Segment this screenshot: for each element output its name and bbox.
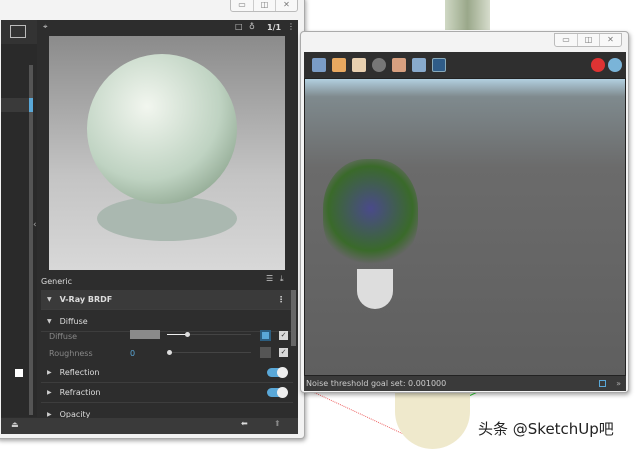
render-viewport: [304, 78, 626, 376]
roughness-checkbox[interactable]: ✓: [279, 348, 288, 357]
selected-item[interactable]: [1, 98, 29, 112]
section-label: Reflection: [59, 368, 100, 377]
close-button[interactable]: ✕: [599, 34, 621, 46]
material-type-header[interactable]: ▼ V-Ray BRDF ⋮: [41, 290, 293, 310]
rendered-vase: [357, 269, 393, 309]
more-icon[interactable]: ⋮: [287, 22, 295, 31]
material-editor-window: ▭ ◫ ✕ ‹ ⌖ □ ♁ 1/1 ⋮ Generic ☰ ⤓ ▼ V-Ray …: [0, 0, 305, 439]
section-diffuse[interactable]: ▼ Diffuse: [41, 312, 293, 332]
watermark: 头条 @SketchUp吧: [478, 420, 614, 438]
scene-vase: [395, 385, 470, 449]
restore-button[interactable]: ◫: [253, 0, 275, 11]
roughness-slider[interactable]: [167, 350, 251, 355]
bottom-bar: ⏏ ⬅ ⬆: [1, 418, 298, 434]
status-bar: Noise threshold goal set: 0.001000 »: [304, 376, 626, 391]
collapse-triangle-icon: ▼: [47, 318, 52, 325]
roughness-value[interactable]: 0: [130, 349, 135, 358]
section-refraction[interactable]: ▶ Refraction: [41, 383, 293, 403]
material-type-label: V-Ray BRDF: [59, 295, 113, 304]
expand-triangle-icon: ▶: [47, 410, 52, 418]
param-roughness-label: Roughness: [49, 349, 93, 358]
window-controls: ▭ ◫ ✕: [554, 33, 622, 47]
clear-icon[interactable]: [372, 58, 386, 72]
diffuse-color-swatch[interactable]: [130, 330, 160, 339]
clipboard-icon[interactable]: [352, 58, 366, 72]
rendered-flowers: [323, 159, 418, 269]
minimize-button[interactable]: ▭: [555, 34, 577, 46]
status-text: Noise threshold goal set: 0.001000: [306, 379, 447, 388]
reflection-toggle[interactable]: [267, 367, 288, 378]
save-icon[interactable]: [312, 58, 326, 72]
collapse-triangle-icon: ▼: [47, 296, 52, 303]
ratio-button[interactable]: 1/1: [267, 23, 281, 32]
display-icon[interactable]: [432, 58, 446, 72]
collapse-arrow[interactable]: ‹: [33, 220, 37, 230]
close-button[interactable]: ✕: [275, 0, 297, 11]
back-arrow-icon[interactable]: ⬅: [241, 419, 248, 428]
preview-sphere: [87, 54, 237, 204]
panel-title: Generic: [41, 277, 73, 286]
teapot-render-icon[interactable]: ⌖: [43, 22, 48, 32]
minimize-button[interactable]: ▭: [231, 0, 253, 11]
render-teapot-icon[interactable]: [412, 58, 426, 72]
diffuse-texture-button[interactable]: [260, 330, 271, 341]
window-controls: ▭ ◫ ✕: [230, 0, 298, 12]
render-icon[interactable]: [608, 58, 622, 72]
frame-buffer-window: ▭ ◫ ✕ Noise threshold goal set: 0.001000…: [300, 31, 629, 393]
up-arrow-icon[interactable]: ⬆: [274, 419, 281, 428]
clean-icon[interactable]: ⏏: [11, 420, 19, 429]
material-preview: [49, 36, 285, 270]
scene-plant: [445, 0, 490, 30]
export-icon[interactable]: ⤓: [280, 274, 284, 284]
editor-body: ‹ ⌖ □ ♁ 1/1 ⋮ Generic ☰ ⤓ ▼ V-Ray BRDF ⋮…: [1, 20, 298, 434]
window-icon[interactable]: [10, 25, 26, 38]
open-folder-icon[interactable]: [332, 58, 346, 72]
vfb-toolbar: [304, 52, 626, 78]
color-swatch[interactable]: [15, 369, 23, 377]
diffuse-checkbox[interactable]: ✓: [279, 331, 288, 340]
expand-triangle-icon: ▶: [47, 389, 52, 396]
sidebar-scrollbar[interactable]: [29, 65, 33, 415]
asset-sidebar: [1, 20, 37, 417]
expand-icon[interactable]: »: [616, 376, 621, 391]
region-icon[interactable]: [392, 58, 406, 72]
restore-button[interactable]: ◫: [577, 34, 599, 46]
param-diffuse-label: Diffuse: [49, 332, 78, 341]
roughness-texture-button[interactable]: [260, 347, 271, 358]
settings-icon[interactable]: ☰: [266, 274, 273, 283]
square-icon[interactable]: □: [235, 22, 243, 31]
selected-marker: [29, 98, 33, 112]
more-icon[interactable]: ⋮: [277, 295, 285, 304]
diffuse-slider[interactable]: [167, 332, 251, 337]
section-label: Diffuse: [59, 317, 88, 326]
panel-icon[interactable]: [599, 380, 606, 387]
teapot-icon[interactable]: ♁: [249, 22, 255, 31]
refraction-toggle[interactable]: [267, 387, 288, 398]
section-label: Refraction: [59, 388, 101, 397]
panel-scrollbar[interactable]: [291, 290, 296, 346]
stop-icon[interactable]: [591, 58, 605, 72]
expand-triangle-icon: ▶: [47, 369, 52, 376]
section-reflection[interactable]: ▶ Reflection: [41, 363, 293, 383]
